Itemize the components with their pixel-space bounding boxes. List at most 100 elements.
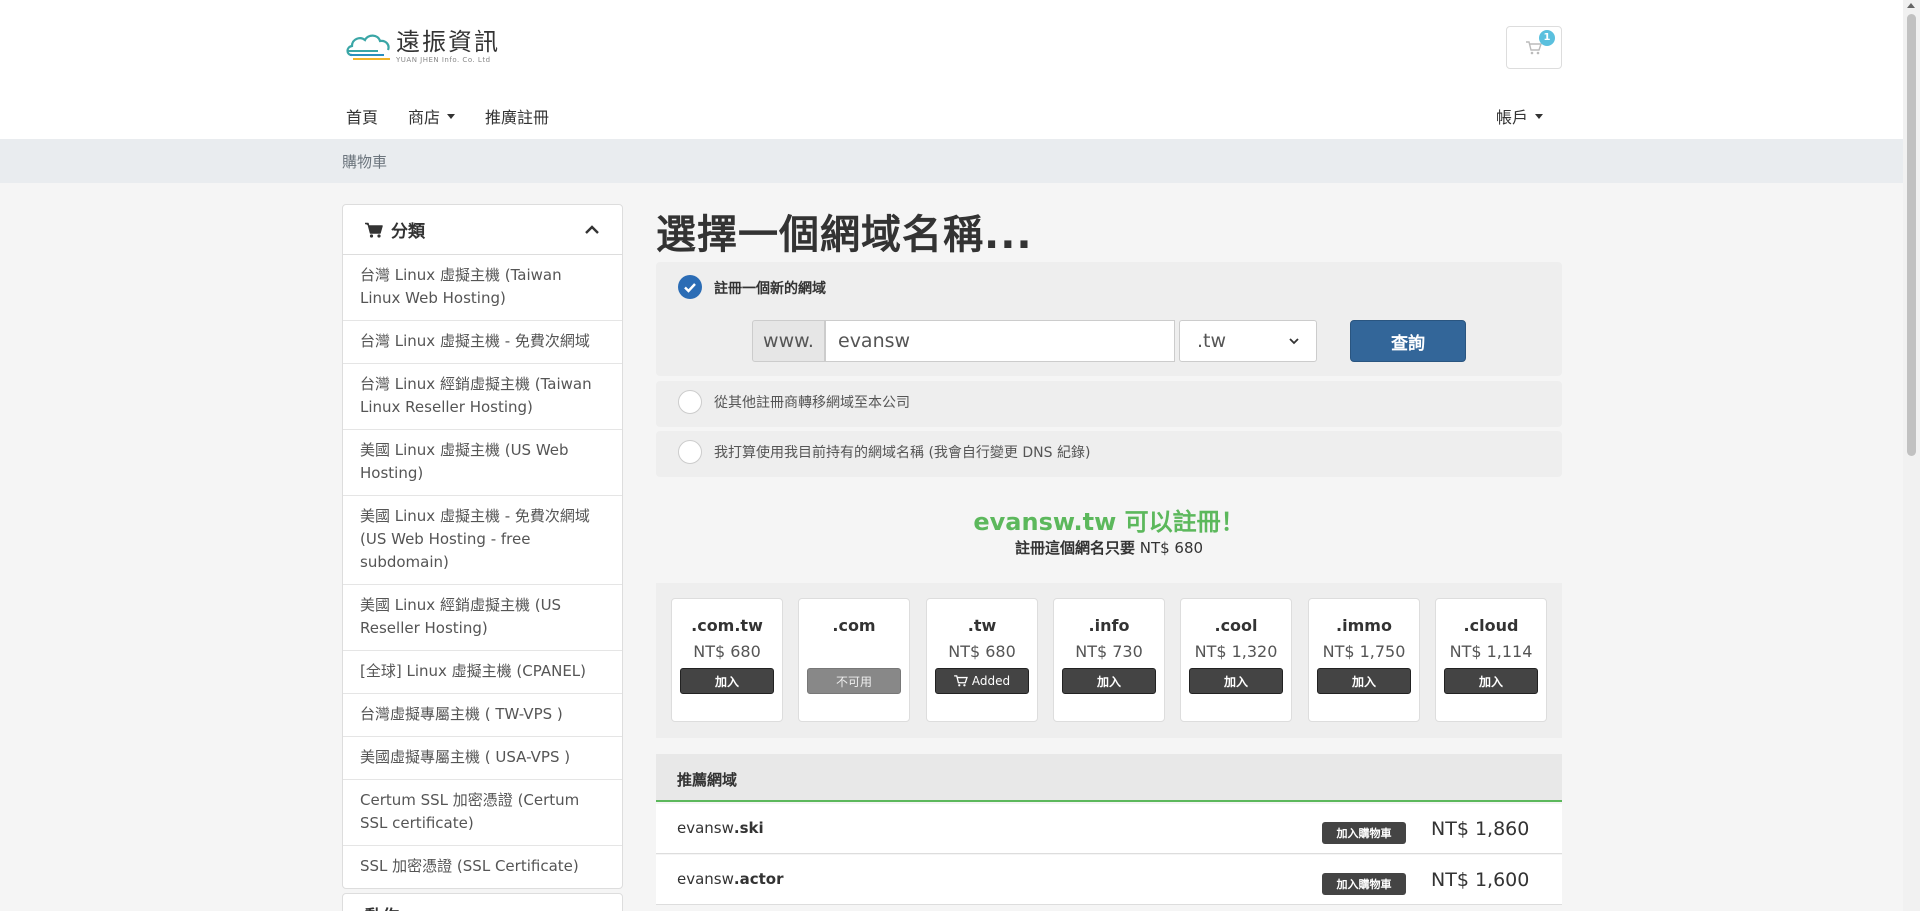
chevron-down-icon [1289, 337, 1299, 344]
brand-logo[interactable]: 遠振資訊 YUAN JHEN Info. Co. Ltd [344, 28, 500, 65]
tld-card: .cool NT$ 1,320 加入 [1180, 598, 1292, 722]
availability-title: evansw.tw 可以註冊！ [973, 508, 1245, 536]
actions-sidebar[interactable]: 動作 [342, 893, 623, 911]
breadcrumb[interactable]: 購物車 [342, 151, 387, 172]
nav-shop[interactable]: 商店 [406, 104, 457, 128]
nav-affiliate-label: 推廣註冊 [485, 108, 550, 127]
cart-count-badge: 1 [1539, 30, 1555, 46]
suggestion-price: NT$ 1,860 [1431, 818, 1530, 840]
tld-name: .immo [1336, 616, 1392, 635]
add-tld-button[interactable]: 加入 [1062, 668, 1156, 694]
main-nav: 首頁 商店 推廣註冊 [344, 104, 577, 128]
category-sidebar: 分類 台灣 Linux 虛擬主機 (Taiwan Linux Web Hosti… [342, 204, 623, 889]
tld-card: .tw NT$ 680 Added [926, 598, 1038, 722]
sidebar-item[interactable]: 台灣 Linux 虛擬主機 (Taiwan Linux Web Hosting) [343, 255, 622, 321]
tld-price [799, 642, 909, 661]
tld-select[interactable]: .tw [1179, 320, 1317, 362]
www-prefix: www. [752, 320, 825, 362]
category-header[interactable]: 分類 [343, 205, 622, 255]
tld-select-value: .tw [1197, 330, 1227, 352]
tld-price: NT$ 1,750 [1322, 642, 1406, 661]
breadcrumb-bar [0, 139, 1903, 183]
tld-price: NT$ 730 [1075, 642, 1143, 661]
tld-card: .com.tw NT$ 680 加入 [671, 598, 783, 722]
cart-icon [365, 222, 383, 238]
own-domain-option-label[interactable]: 我打算使用我目前持有的網域名稱 (我會自行變更 DNS 紀錄) [714, 442, 1090, 462]
sidebar-item[interactable]: 美國 Linux 虛擬主機 - 免費次網域 (US Web Hosting - … [343, 496, 622, 585]
cart-button[interactable]: 1 [1506, 26, 1562, 69]
scroll-up-arrow-icon[interactable] [1907, 3, 1915, 8]
suggestion-row: evansw.ski 加入購物車 NT$ 1,860 [656, 804, 1562, 854]
availability-sub-price: NT$ 680 [1139, 539, 1204, 557]
add-tld-button[interactable]: 加入 [680, 668, 774, 694]
cart-icon [954, 675, 968, 687]
chevron-down-icon [447, 113, 456, 119]
cloud-logo-icon [344, 29, 394, 65]
tld-name: .tw [967, 616, 997, 635]
suggestion-sld: evansw [677, 819, 734, 837]
tld-price: NT$ 680 [693, 642, 761, 661]
suggestion-domain: evansw.ski [677, 819, 764, 837]
availability-sub-label: 註冊這個網名只要 [1014, 539, 1135, 557]
nav-account-label: 帳戶 [1496, 108, 1529, 127]
suggestion-domain: evansw.actor [677, 870, 783, 888]
add-to-cart-button[interactable]: 加入購物車 [1322, 873, 1406, 895]
suggestion-row: evansw.actor 加入購物車 NT$ 1,600 [656, 855, 1562, 905]
register-radio[interactable] [678, 275, 702, 299]
add-tld-button[interactable]: 加入 [1444, 668, 1538, 694]
nav-home[interactable]: 首頁 [344, 104, 380, 128]
sidebar-item[interactable]: 美國 Linux 經銷虛擬主機 (US Reseller Hosting) [343, 585, 622, 651]
sidebar-item[interactable]: 美國虛擬專屬主機 ( USA-VPS ) [343, 737, 622, 780]
category-title: 分類 [391, 222, 425, 242]
register-option-label[interactable]: 註冊一個新的網域 [714, 278, 826, 298]
sidebar-item[interactable]: 台灣 Linux 經銷虛擬主機 (Taiwan Linux Reseller H… [343, 364, 622, 430]
tld-card: .com 不可用 [798, 598, 910, 722]
tld-name: .info [1088, 616, 1130, 635]
chevron-up-icon[interactable] [584, 224, 600, 235]
scrollbar-thumb[interactable] [1907, 14, 1916, 456]
tld-name: .cool [1214, 616, 1258, 635]
sidebar-item[interactable]: 台灣虛擬專屬主機 ( TW-VPS ) [343, 694, 622, 737]
suggestion-tld: .actor [733, 870, 784, 888]
suggestion-sld: evansw [677, 870, 734, 888]
tld-card: .immo NT$ 1,750 加入 [1308, 598, 1420, 722]
sidebar-item[interactable]: 台灣 Linux 虛擬主機 - 免費次網域 [343, 321, 622, 364]
sidebar-item[interactable]: 美國 Linux 虛擬主機 (US Web Hosting) [343, 430, 622, 496]
add-tld-button[interactable]: 加入 [1317, 668, 1411, 694]
added-label: Added [971, 674, 1011, 688]
actions-title: 動作 [365, 902, 399, 911]
nav-shop-label: 商店 [408, 108, 441, 127]
search-button[interactable]: 查詢 [1350, 320, 1466, 362]
tld-card: .cloud NT$ 1,114 加入 [1435, 598, 1547, 722]
check-icon [684, 283, 696, 293]
sidebar-item[interactable]: Certum SSL 加密憑證 (Certum SSL certificate) [343, 780, 622, 846]
sidebar-item[interactable]: [全球] Linux 虛擬主機 (CPANEL) [343, 651, 622, 694]
availability-subtitle: 註冊這個網名只要 NT$ 680 [656, 537, 1562, 558]
add-tld-button[interactable]: 加入 [1189, 668, 1283, 694]
tld-name: .com [832, 616, 876, 635]
transfer-option-label[interactable]: 從其他註冊商轉移網域至本公司 [714, 392, 910, 412]
nav-affiliate[interactable]: 推廣註冊 [483, 104, 551, 128]
suggestion-price: NT$ 1,600 [1431, 869, 1530, 891]
tld-name: .com.tw [691, 616, 763, 635]
added-tld-button[interactable]: Added [935, 668, 1029, 694]
suggested-domains-header: 推薦網域 [656, 754, 1562, 802]
sidebar-item[interactable]: SSL 加密憑證 (SSL Certificate) [343, 846, 622, 888]
tld-card: .info NT$ 730 加入 [1053, 598, 1165, 722]
tld-price: NT$ 680 [948, 642, 1016, 661]
transfer-radio[interactable] [678, 390, 702, 414]
own-domain-radio[interactable] [678, 440, 702, 464]
tld-price: NT$ 1,114 [1449, 642, 1533, 661]
tld-price: NT$ 1,320 [1194, 642, 1278, 661]
unavailable-tld-button: 不可用 [807, 668, 901, 694]
add-to-cart-button[interactable]: 加入購物車 [1322, 822, 1406, 844]
domain-search-input[interactable]: evansw [825, 320, 1175, 362]
nav-account[interactable]: 帳戶 [1496, 104, 1544, 128]
page-scrollbar[interactable] [1903, 0, 1920, 911]
chevron-down-icon [1535, 113, 1544, 119]
suggestion-tld: .ski [733, 819, 764, 837]
tld-name: .cloud [1463, 616, 1519, 635]
site-header: 遠振資訊 YUAN JHEN Info. Co. Ltd 1 首頁 商店 推廣註… [0, 0, 1903, 139]
nav-home-label: 首頁 [346, 108, 379, 127]
brand-name-en: YUAN JHEN Info. Co. Ltd [396, 56, 491, 64]
